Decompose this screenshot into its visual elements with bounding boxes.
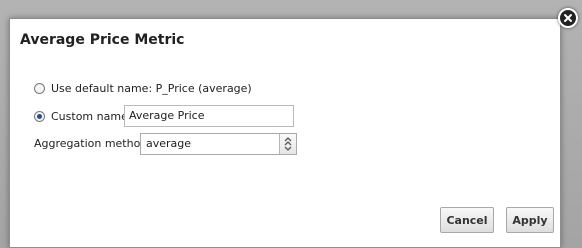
custom-name-input[interactable]: Average Price [124,105,294,127]
aggregation-method-label: Aggregation method: [34,137,152,150]
default-name-radio[interactable] [34,83,45,94]
custom-name-label[interactable]: Custom name [51,110,128,123]
default-name-label[interactable]: Use default name: P_Price (average) [51,82,252,95]
aggregation-method-select[interactable]: average [140,133,297,155]
chevron-updown-icon [284,137,292,151]
close-icon [564,14,572,22]
close-button[interactable] [558,8,578,28]
custom-name-radio[interactable] [34,111,45,122]
cancel-button[interactable]: Cancel [440,207,494,233]
apply-button[interactable]: Apply [506,207,554,233]
dialog-title: Average Price Metric [20,32,185,48]
aggregation-method-value: average [146,137,192,150]
average-price-metric-dialog: Average Price Metric Use default name: P… [9,18,561,248]
dropdown-trigger[interactable] [279,134,296,154]
